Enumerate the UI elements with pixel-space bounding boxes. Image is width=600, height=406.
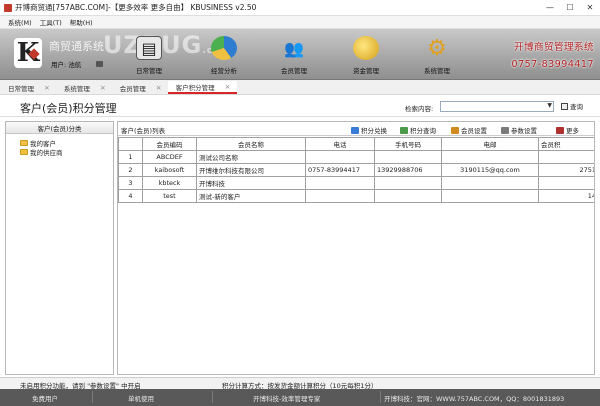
query-button[interactable]: 查询 [561,101,583,111]
member-settings-button[interactable]: 会员设置 [451,125,487,135]
footer-slogan: 开博科技-效率管理专家 [253,395,321,403]
notebook-icon: ▤ [136,36,162,60]
tab-points[interactable]: 客户积分管理 × [167,81,237,94]
header-banner: K 商贸通系统 用户: 池航 UZBUG.com ▤ 日常管理 经营分析 👥 会… [0,29,600,80]
footer-mode: 单机使用 [128,395,154,403]
folder-icon [20,139,28,146]
tab-bar: 日常管理 × 系统管理 × 会员管理 × 客户积分管理 × [0,80,600,95]
table-row[interactable]: 2 kaibosoft 开博维尔科技有限公司 0757-83994417 139… [118,163,594,177]
tab-daily[interactable]: 日常管理 × [0,81,56,94]
column-header[interactable]: 电邮 [441,137,539,151]
column-header[interactable]: 会员编码 [142,137,197,151]
footer-license: 免费用户 [32,395,58,403]
exchange-icon [351,126,359,134]
user-info: 用户: 池航 [51,59,104,69]
category-panel-header: 客户(会员)分类 [6,122,113,134]
app-icon [4,3,12,12]
member-settings-icon [451,126,459,134]
footer-divider [380,391,381,403]
nav-members[interactable]: 👥 会员管理 [266,33,322,79]
column-header [118,137,143,151]
nav-system[interactable]: ⚙ 系统管理 [409,33,465,79]
search-input[interactable]: ▼ [440,101,554,112]
contact-name: 开博商贸管理系统 [513,42,594,53]
footer-bar: 免费用户 单机使用 开博科技-效率管理专家 开博科技：官网：WWW.757ABC… [0,389,600,406]
folder-icon [20,148,28,155]
close-icon[interactable]: × [44,84,50,92]
column-header[interactable]: 电话 [305,137,375,151]
window-controls: — ☐ ✕ [540,0,600,15]
close-icon[interactable]: × [156,84,162,92]
tab-system[interactable]: 系统管理 × [56,81,112,94]
gear-icon: ⚙ [427,35,447,61]
points-query-button[interactable]: 积分查询 [400,125,436,135]
brand-name: 商贸通系统 [49,40,104,53]
search-label: 检索内容: [405,105,434,113]
window-title: 开博商贸通[757ABC.COM]-【更多效率 更多自由】 KBUSINESS … [15,3,257,12]
menu-help[interactable]: 帮助(H) [70,17,93,27]
param-settings-button[interactable]: 参数设置 [501,125,537,135]
member-list-header: 客户(会员)列表 积分兑换 积分查询 会员设置 参数设置 更多 [118,122,594,136]
menu-bar: 系统(M) 工具(T) 帮助(H) [0,16,600,29]
close-button[interactable]: ✕ [580,0,600,15]
member-list-title: 客户(会员)列表 [121,127,166,135]
more-button[interactable]: 更多 [556,125,579,135]
status-bar: 未启用积分功能，请到 "参数设置" 中开启 积分计算方式：按发货金额计算积分（1… [0,377,600,390]
nav-daily[interactable]: ▤ 日常管理 [121,33,177,79]
user-label: 用户: 池航 [51,61,82,69]
search-icon [561,102,568,110]
params-icon [501,126,509,134]
points-exchange-button[interactable]: 积分兑换 [351,125,387,135]
column-header[interactable]: 会员积 [538,137,594,151]
close-icon[interactable]: × [225,83,231,91]
column-header[interactable]: 会员名称 [196,137,306,151]
tree-item-suppliers[interactable]: 我的供应商 [20,147,113,157]
table-row[interactable]: 4 test 测试-新的客户 14 [118,189,594,203]
page-header: 客户(会员)积分管理 检索内容: ▼ 查询 [0,96,600,117]
contact-info: 开博商贸管理系统 0757-83994417 [512,39,594,73]
member-list-panel: 客户(会员)列表 积分兑换 积分查询 会员设置 参数设置 更多 会员编码 会员名… [117,121,595,375]
footer-divider [92,391,93,403]
app-logo: K [14,38,42,68]
menu-tools[interactable]: 工具(T) [40,17,62,27]
footer-divider [212,391,213,403]
menu-system[interactable]: 系统(M) [8,17,32,27]
page-title: 客户(会员)积分管理 [20,102,117,115]
nav-finance[interactable]: 资金管理 [338,33,394,79]
column-header[interactable]: 手机号码 [374,137,442,151]
chevron-down-icon[interactable]: ▼ [547,102,552,109]
close-icon[interactable]: × [100,84,106,92]
table-row[interactable]: 3 kbteck 开博科技 [118,176,594,190]
maximize-button[interactable]: ☐ [560,0,580,15]
table-row[interactable]: 1 ABCDEF 测试公司名称 [118,150,594,164]
category-panel: 客户(会员)分类 我的客户 我的供应商 [5,121,114,375]
window-titlebar: 开博商贸通[757ABC.COM]-【更多效率 更多自由】 KBUSINESS … [0,0,600,16]
tools-icon [556,126,564,134]
footer-website: 开博科技：官网：WWW.757ABC.COM，QQ：8001831893 [384,395,565,403]
lookup-icon [400,126,408,134]
minimize-button[interactable]: — [540,0,560,15]
pie-chart-icon [211,36,237,60]
tab-members[interactable]: 会员管理 × [112,81,168,94]
members-icon: 👥 [284,38,304,58]
nav-analysis[interactable]: 经营分析 [196,33,252,79]
message-icon[interactable] [96,61,104,67]
member-table: 会员编码 会员名称 电话 手机号码 电邮 会员积 1 ABCDEF 测试公司名称… [118,137,594,203]
contact-phone: 0757-83994417 [511,59,594,70]
coins-icon [353,36,379,60]
table-header-row: 会员编码 会员名称 电话 手机号码 电邮 会员积 [118,137,594,151]
